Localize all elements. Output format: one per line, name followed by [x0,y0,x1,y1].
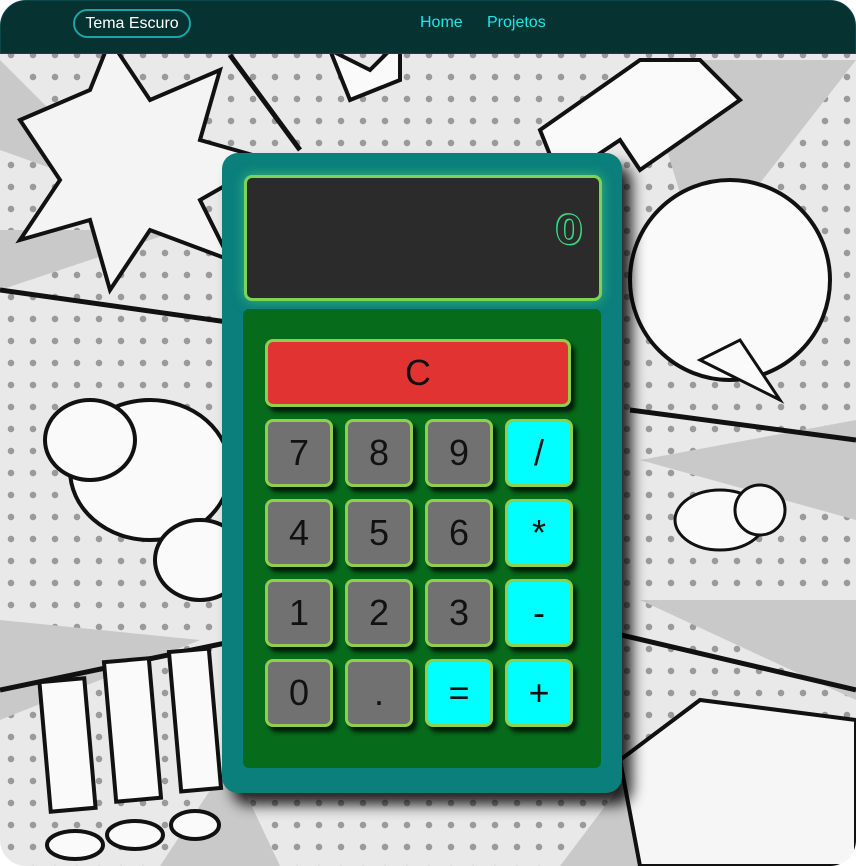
decimal-point-button[interactable]: . [345,659,413,727]
clear-button[interactable]: C [265,339,571,407]
keypad: C 7 8 9 / 4 5 6 * 1 2 3 - 0 . = + [243,309,601,768]
digit-2-button[interactable]: 2 [345,579,413,647]
divide-button[interactable]: / [505,419,573,487]
multiply-button[interactable]: * [505,499,573,567]
digit-8-button[interactable]: 8 [345,419,413,487]
dark-theme-toggle-button[interactable]: Tema Escuro [73,9,191,38]
display-value: 0 [555,208,584,255]
equals-button[interactable]: = [425,659,493,727]
nav-link-projects[interactable]: Projetos [487,14,546,32]
digit-0-button[interactable]: 0 [265,659,333,727]
digit-5-button[interactable]: 5 [345,499,413,567]
add-button[interactable]: + [505,659,573,727]
calculator-display: 0 [244,175,602,301]
digit-6-button[interactable]: 6 [425,499,493,567]
subtract-button[interactable]: - [505,579,573,647]
digit-4-button[interactable]: 4 [265,499,333,567]
top-navbar: Tema Escuro Home Projetos [0,0,856,54]
nav-link-home[interactable]: Home [420,14,463,32]
digit-3-button[interactable]: 3 [425,579,493,647]
digit-9-button[interactable]: 9 [425,419,493,487]
calculator: 0 C 7 8 9 / 4 5 6 * 1 2 3 - 0 . = + [222,153,622,793]
digit-1-button[interactable]: 1 [265,579,333,647]
digit-7-button[interactable]: 7 [265,419,333,487]
